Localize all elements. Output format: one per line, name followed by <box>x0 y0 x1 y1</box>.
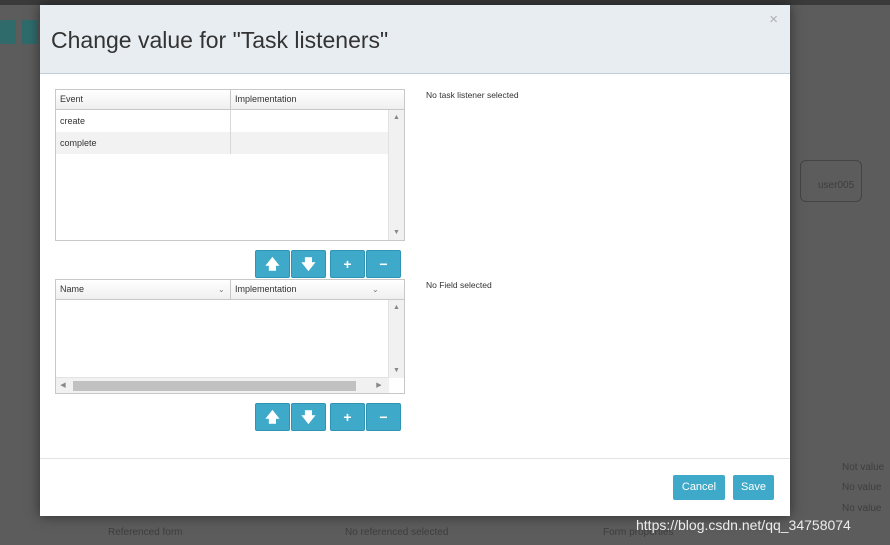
chevron-down-icon[interactable]: ⌄ <box>372 280 379 299</box>
scroll-left-icon[interactable]: ◀ <box>58 381 68 389</box>
listener-toolbar: 🡅 🡇 + − <box>255 250 402 278</box>
arrow-up-icon: 🡅 <box>265 256 280 272</box>
fields-grid: Name ⌄ Implementation ⌄ ▲ ▼ ◀ ▶ <box>55 279 405 394</box>
move-down-field-button[interactable]: 🡇 <box>291 403 326 431</box>
scrollbar-thumb[interactable] <box>73 381 356 391</box>
remove-listener-button[interactable]: − <box>366 250 401 278</box>
task-listeners-grid: Event Implementation create complete ▲ ▼ <box>55 89 405 241</box>
watermark-text: https://blog.csdn.net/qq_34758074 <box>636 517 851 533</box>
table-row[interactable]: create <box>56 110 389 132</box>
field-status-text: No Field selected <box>426 280 492 290</box>
cancel-button[interactable]: Cancel <box>673 475 725 500</box>
scroll-up-icon[interactable]: ▲ <box>389 304 404 311</box>
move-up-listener-button[interactable]: 🡅 <box>255 250 290 278</box>
background-property-text: Not value <box>842 462 885 473</box>
background-property-text: No value <box>842 482 882 493</box>
minus-icon: − <box>379 256 388 272</box>
cell-event: complete <box>60 138 97 148</box>
background-property-label: Referenced form <box>108 527 183 538</box>
vertical-scrollbar[interactable]: ▲ ▼ <box>388 300 404 378</box>
horizontal-scrollbar[interactable]: ◀ ▶ <box>56 377 389 393</box>
arrow-down-icon: 🡇 <box>301 409 316 425</box>
task-listeners-dialog: Change value for "Task listeners" × Even… <box>40 5 790 516</box>
column-header-event[interactable]: Event <box>56 90 230 109</box>
move-up-field-button[interactable]: 🡅 <box>255 403 290 431</box>
cell-implementation <box>230 110 389 132</box>
add-field-button[interactable]: + <box>330 403 365 431</box>
cell-implementation <box>230 132 389 154</box>
vertical-scrollbar[interactable]: ▲ ▼ <box>388 110 404 240</box>
table-row[interactable]: complete <box>56 132 389 154</box>
background-node-label: user005 <box>818 180 855 191</box>
field-toolbar: 🡅 🡇 + − <box>255 403 402 431</box>
scroll-down-icon[interactable]: ▼ <box>389 229 404 236</box>
background-tool-icon <box>0 20 16 44</box>
close-icon[interactable]: × <box>769 11 778 29</box>
plus-icon: + <box>343 409 352 425</box>
arrow-up-icon: 🡅 <box>265 409 280 425</box>
move-down-listener-button[interactable]: 🡇 <box>291 250 326 278</box>
scroll-down-icon[interactable]: ▼ <box>389 367 404 374</box>
plus-icon: + <box>343 256 352 272</box>
grid-header: Event Implementation <box>56 90 404 110</box>
dialog-title: Change value for "Task listeners" <box>51 27 389 53</box>
column-header-name[interactable]: Name <box>56 280 230 299</box>
arrow-down-icon: 🡇 <box>301 256 316 272</box>
grid-header: Name ⌄ Implementation ⌄ <box>56 280 404 300</box>
footer-divider <box>40 458 790 459</box>
remove-field-button[interactable]: − <box>366 403 401 431</box>
background-tool-icon <box>22 20 38 44</box>
scroll-up-icon[interactable]: ▲ <box>389 114 404 121</box>
column-header-implementation[interactable]: Implementation <box>230 90 404 109</box>
minus-icon: − <box>379 409 388 425</box>
chevron-down-icon[interactable]: ⌄ <box>218 280 225 299</box>
cell-event: create <box>60 116 86 126</box>
dialog-header: Change value for "Task listeners" × <box>40 5 790 74</box>
background-property-text: No referenced selected <box>345 527 449 538</box>
background-property-text: No value <box>842 503 882 514</box>
listener-status-text: No task listener selected <box>426 90 519 100</box>
save-button[interactable]: Save <box>733 475 774 500</box>
add-listener-button[interactable]: + <box>330 250 365 278</box>
scroll-right-icon[interactable]: ▶ <box>374 381 384 389</box>
